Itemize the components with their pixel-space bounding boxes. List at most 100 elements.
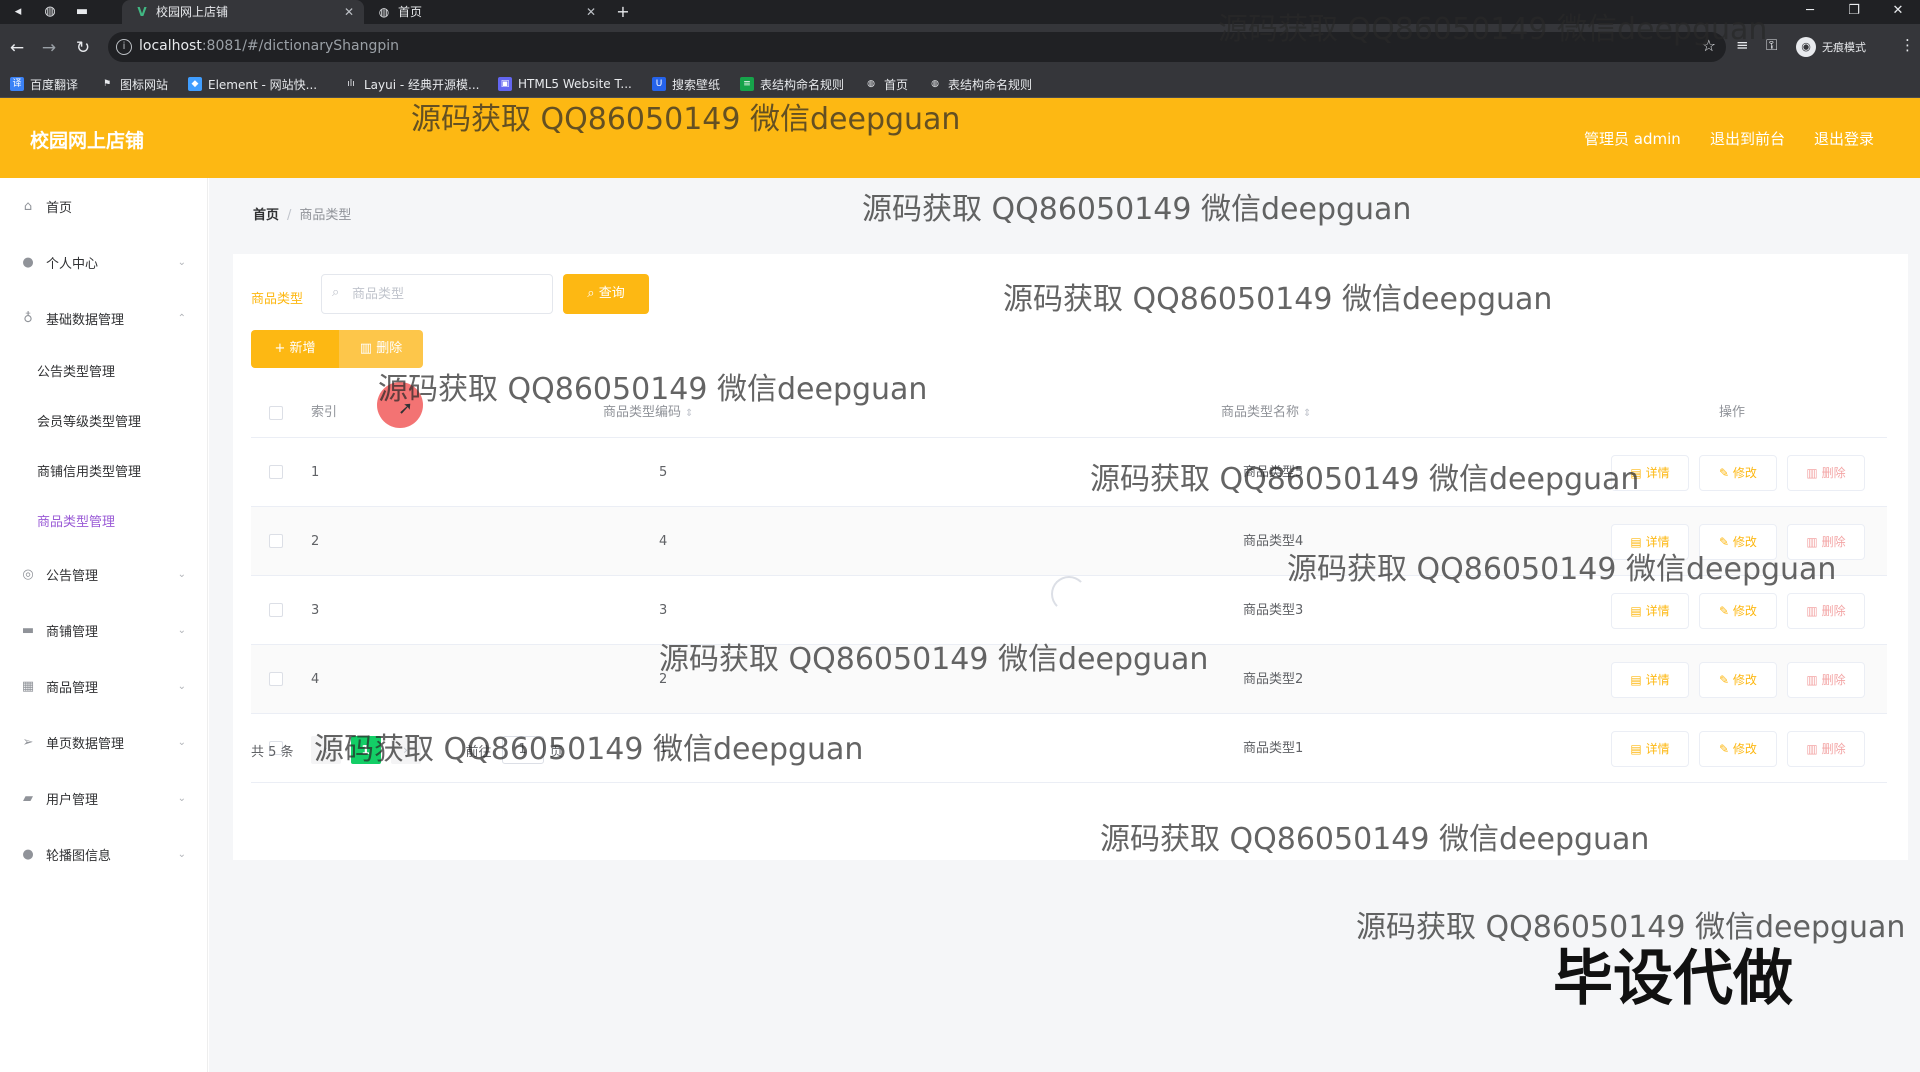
chevron-down-icon: ⌄ — [177, 848, 186, 860]
cell-name: 商品类型2 — [1243, 672, 1304, 687]
bookmark-item[interactable]: ⚑ 图标网站 — [100, 75, 168, 93]
close-icon[interactable]: ✕ — [344, 0, 354, 24]
home-icon: ⌂ — [23, 198, 33, 214]
watermark-text: 源码获取 QQ86050149 微信deepguan — [659, 642, 1209, 677]
sidebar-item-profile[interactable]: ● 个人中心 ⌄ — [0, 242, 208, 282]
cell-code: 5 — [659, 465, 668, 480]
sidebar-subitem-member-level[interactable]: 会员等级类型管理 — [0, 400, 208, 440]
minimize-button[interactable]: ─ — [1788, 0, 1832, 24]
detail-button[interactable]: ▤ 详情 — [1611, 593, 1689, 629]
chevron-down-icon: ⌄ — [177, 680, 186, 692]
watermark-text: 源码获取 QQ86050149 微信deepguan — [314, 732, 864, 767]
key-icon[interactable]: ⚿ — [1766, 36, 1777, 54]
sidebar-item-users[interactable]: ▰ 用户管理 ⌄ — [0, 778, 208, 818]
close-window-button[interactable]: ✕ — [1876, 0, 1920, 24]
tab-home[interactable]: ◍ 首页 ✕ — [364, 0, 606, 24]
cell-index: 3 — [311, 603, 320, 618]
location-icon: ● — [22, 846, 34, 862]
row-checkbox[interactable] — [269, 534, 283, 548]
sidebar-item-notice[interactable]: ◎ 公告管理 ⌄ — [0, 554, 208, 594]
user-icon: ● — [22, 254, 34, 270]
close-icon[interactable]: ✕ — [586, 0, 596, 24]
edit-button[interactable]: ✎ 修改 — [1699, 593, 1777, 629]
sidebar-item-home[interactable]: ⌂ 首页 — [0, 186, 208, 226]
batch-delete-button[interactable]: ▥ 删除 — [339, 330, 423, 368]
chevron-down-icon: ⌄ — [177, 792, 186, 804]
breadcrumb-separator: / — [287, 208, 292, 223]
breadcrumb-current: 商品类型 — [299, 208, 352, 223]
logout-link[interactable]: 退出登录 — [1814, 128, 1874, 149]
sidebar-item-base-data[interactable]: ♁ 基础数据管理 ⌃ — [0, 298, 208, 338]
globe-icon: ◎ — [22, 566, 34, 582]
bookmark-item[interactable]: ◍ 首页 — [864, 75, 908, 93]
menu-dots-icon[interactable]: ⋮ — [1900, 36, 1915, 54]
exit-to-frontend-link[interactable]: 退出到前台 — [1710, 128, 1785, 149]
breadcrumb-home[interactable]: 首页 — [253, 208, 279, 223]
search-icon: ⌕ — [332, 285, 340, 300]
tab-shop[interactable]: V 校园网上店铺 ✕ — [122, 0, 364, 24]
bookmark-item[interactable]: ılı Layui - 经典开源模... — [344, 75, 479, 93]
query-button[interactable]: ⌕ 查询 — [563, 274, 649, 314]
speaker-icon[interactable]: ◂ — [4, 2, 32, 22]
tab-title: 首页 — [398, 5, 423, 19]
bookmark-item[interactable]: U 搜索壁纸 — [652, 75, 720, 93]
bookmark-item[interactable]: ▣ HTML5 Website T... — [498, 75, 632, 93]
cell-index: 2 — [311, 534, 320, 549]
detail-button[interactable]: ▤ 详情 — [1611, 731, 1689, 767]
edit-button[interactable]: ✎ 修改 — [1699, 731, 1777, 767]
search-input[interactable] — [352, 284, 542, 304]
delete-button[interactable]: ▥ 删除 — [1787, 593, 1865, 629]
delete-button[interactable]: ▥ 删除 — [1787, 731, 1865, 767]
row-checkbox[interactable] — [269, 465, 283, 479]
row-checkbox[interactable] — [269, 672, 283, 686]
reload-icon[interactable]: ↻ — [72, 37, 94, 59]
detail-button[interactable]: ▤ 详情 — [1611, 662, 1689, 698]
column-header-name[interactable]: 商品类型名称 ⇕ — [1221, 388, 1311, 438]
cell-name: 商品类型1 — [1243, 741, 1304, 756]
info-icon[interactable]: i — [116, 39, 132, 55]
sidebar-subitem-shop-credit[interactable]: 商铺信用类型管理 — [0, 450, 208, 490]
back-icon[interactable]: ← — [6, 37, 28, 59]
sidebar-item-single-page[interactable]: ➢ 单页数据管理 ⌄ — [0, 722, 208, 762]
url-text[interactable]: localhost:8081/#/dictionaryShangpin — [139, 38, 399, 54]
bookmark-item[interactable]: ◍ 表结构命名规则 — [928, 75, 1032, 93]
window-icon[interactable]: ▬ — [68, 2, 96, 22]
watermark-text: 源码获取 QQ86050149 微信deepguan — [862, 192, 1412, 227]
sort-icon[interactable]: ⇕ — [1303, 408, 1311, 419]
plus-icon: + — [274, 341, 290, 356]
edit-button[interactable]: ✎ 修改 — [1699, 455, 1777, 491]
chevron-down-icon: ⌄ — [177, 736, 186, 748]
forward-icon[interactable]: → — [38, 37, 60, 59]
restore-button[interactable]: ❐ — [1832, 0, 1876, 24]
globe-icon: ◍ — [378, 5, 390, 19]
sort-icon[interactable]: ⇕ — [685, 408, 693, 419]
bookmark-item[interactable]: 译百度翻译 — [10, 75, 78, 93]
chevron-up-icon: ⌃ — [177, 312, 186, 324]
select-all-checkbox[interactable] — [269, 406, 283, 420]
watermark-text: 源码获取 QQ86050149 微信deepguan — [1090, 462, 1640, 497]
row-checkbox[interactable] — [269, 603, 283, 617]
globe-icon[interactable]: ◍ — [36, 2, 64, 22]
bookmark-item[interactable]: ◆ Element - 网站快... — [188, 75, 317, 93]
sidebar-item-carousel[interactable]: ● 轮播图信息 ⌄ — [0, 834, 208, 874]
sidebar: ⌂ 首页 ● 个人中心 ⌄ ♁ 基础数据管理 ⌃ 公告类型管理 会员等级类型管理 商铺… — [0, 178, 208, 1072]
sidebar-subitem-notice-type[interactable]: 公告类型管理 — [0, 350, 208, 390]
breadcrumb: 首页 / 商品类型 — [253, 204, 351, 223]
bookmark-item[interactable]: ≡ 表结构命名规则 — [740, 75, 844, 93]
cell-code: 4 — [659, 534, 668, 549]
sidebar-subitem-goods-type[interactable]: 商品类型管理 — [0, 500, 208, 540]
delete-button[interactable]: ▥ 删除 — [1787, 662, 1865, 698]
search-input-wrapper[interactable]: ⌕ — [321, 274, 553, 314]
new-tab-button[interactable]: + — [612, 0, 634, 24]
admin-label: 管理员 admin — [1584, 130, 1681, 148]
add-button[interactable]: + 新增 — [251, 330, 339, 368]
pagination-total: 共 5 条 — [251, 744, 294, 760]
sidebar-item-shop[interactable]: ▬ 商铺管理 ⌄ — [0, 610, 208, 650]
incognito-profile[interactable]: ◉ 无痕模式 — [1796, 34, 1866, 60]
watermark-big-text: 毕设代做 — [1553, 944, 1793, 1014]
sidebar-item-goods[interactable]: ▦ 商品管理 ⌄ — [0, 666, 208, 706]
delete-button[interactable]: ▥ 删除 — [1787, 455, 1865, 491]
briefcase-icon: ▰ — [23, 790, 33, 806]
chevron-down-icon: ⌄ — [177, 624, 186, 636]
edit-button[interactable]: ✎ 修改 — [1699, 662, 1777, 698]
